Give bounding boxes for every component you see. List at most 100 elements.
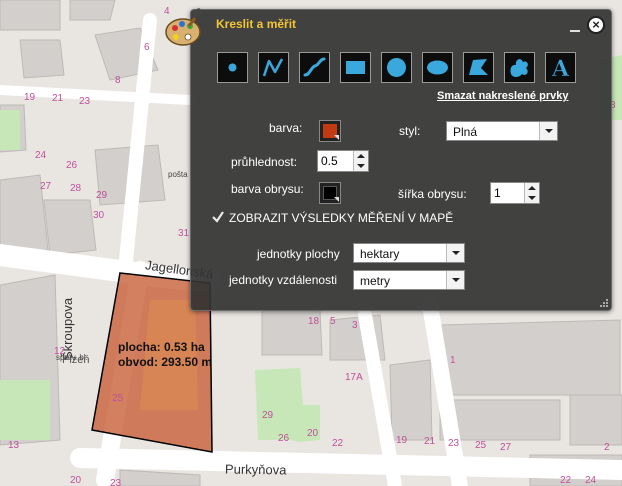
house-number: 31 xyxy=(178,228,190,239)
polygon-tool[interactable] xyxy=(463,52,494,83)
house-number: 19 xyxy=(396,435,408,446)
rectangle-icon xyxy=(346,61,365,74)
house-number: 24 xyxy=(585,475,597,486)
distance-units-select[interactable]: metry xyxy=(353,270,465,290)
house-number: 29 xyxy=(96,190,108,201)
dropdown-corner-icon xyxy=(334,135,339,140)
house-number: 27 xyxy=(40,181,52,192)
house-number: 21 xyxy=(424,436,436,447)
house-number: 21 xyxy=(52,93,64,104)
house-number: 27 xyxy=(500,442,512,453)
house-number: 1 xyxy=(450,355,456,366)
checkmark-icon xyxy=(212,211,224,223)
area-units-select[interactable]: hektary xyxy=(353,243,465,263)
freehand-polygon-icon xyxy=(510,59,528,77)
house-number: 18 xyxy=(308,316,320,327)
house-number: 12 xyxy=(54,346,66,357)
style-label: styl: xyxy=(399,124,421,138)
close-button[interactable]: × xyxy=(587,16,605,34)
chevron-up-icon xyxy=(357,154,365,158)
circle-tool[interactable] xyxy=(381,52,412,83)
house-number: 23 xyxy=(79,96,91,107)
polygon-icon xyxy=(469,59,488,75)
house-number: 29 xyxy=(262,410,274,421)
transparency-spinner[interactable] xyxy=(317,150,369,172)
text-icon: A xyxy=(551,56,571,80)
outline-width-spinner[interactable] xyxy=(490,182,540,204)
house-number: 24 xyxy=(35,150,47,161)
area-units-value: hektary xyxy=(360,247,400,261)
chevron-down-icon xyxy=(528,196,536,200)
polyline-icon xyxy=(262,58,284,77)
freehand-line-tool[interactable] xyxy=(299,52,330,83)
transparency-input[interactable] xyxy=(321,153,347,169)
style-select-value: Plná xyxy=(453,125,478,139)
freehand-line-icon xyxy=(303,57,326,77)
chevron-up-icon xyxy=(528,186,536,190)
point-icon xyxy=(228,63,237,72)
distance-units-label: jednotky vzdálenosti xyxy=(229,273,338,287)
fill-color-picker[interactable] xyxy=(319,120,341,142)
point-tool[interactable] xyxy=(217,52,248,83)
outline-color-picker[interactable] xyxy=(319,182,341,204)
freehand-polygon-tool[interactable] xyxy=(504,52,535,83)
house-number: 17A xyxy=(345,372,363,383)
ellipse-tool[interactable] xyxy=(422,52,453,83)
ellipse-icon xyxy=(427,60,448,75)
house-number: 23 xyxy=(110,478,122,486)
area-units-label: jednotky plochy xyxy=(257,247,340,261)
measurement-perimeter: obvod: 293.50 m xyxy=(118,355,213,369)
house-number: 8 xyxy=(115,75,121,86)
chevron-down-icon xyxy=(446,271,464,289)
dropdown-corner-icon xyxy=(334,197,339,202)
measurement-label: plocha: 0.53 ha obvod: 293.50 m xyxy=(118,340,212,370)
resize-grip-icon[interactable] xyxy=(600,299,608,307)
house-number: 22 xyxy=(332,438,344,449)
house-number: 20 xyxy=(307,428,319,439)
panel-titlebar[interactable]: Kreslit a měřit × xyxy=(165,8,611,46)
house-number: 3 xyxy=(352,320,358,331)
outline-width-down-button[interactable] xyxy=(524,193,539,203)
svg-text:A: A xyxy=(551,56,570,80)
text-tool[interactable]: A xyxy=(545,52,576,83)
minimize-button[interactable] xyxy=(569,22,581,32)
outline-color-label: barva obrysu: xyxy=(231,182,304,196)
house-number: 5 xyxy=(330,316,336,327)
panel-title: Kreslit a měřit xyxy=(216,17,297,31)
palette-icon xyxy=(165,8,203,46)
distance-units-value: metry xyxy=(360,274,390,288)
house-number: 22 xyxy=(560,475,572,486)
house-number: 26 xyxy=(278,433,290,444)
clear-drawings-link[interactable]: Smazat nakreslené prvky xyxy=(437,90,568,102)
rectangle-tool[interactable] xyxy=(340,52,371,83)
polyline-tool[interactable] xyxy=(258,52,289,83)
transparency-label: průhlednost: xyxy=(231,155,298,169)
house-number: 13 xyxy=(8,440,20,451)
map-label-posta: pošta xyxy=(168,170,188,179)
house-number: 6 xyxy=(144,42,150,53)
color-label: barva: xyxy=(269,121,303,135)
circle-icon xyxy=(387,58,406,77)
show-measure-checkbox[interactable] xyxy=(211,210,225,224)
draw-measure-panel: Kreslit a měřit × A Smazat nakreslené pr… xyxy=(165,8,612,311)
house-number: 20 xyxy=(70,475,82,486)
chevron-down-icon xyxy=(446,244,464,262)
house-number: 26 xyxy=(66,160,78,171)
house-number: 19 xyxy=(24,92,36,103)
measurement-area: plocha: 0.53 ha xyxy=(118,340,205,354)
transparency-down-button[interactable] xyxy=(353,161,368,171)
show-measure-label[interactable]: ZOBRAZIT VÝSLEDKY MĚŘENÍ V MAPĚ xyxy=(229,211,453,225)
chevron-down-icon xyxy=(539,122,557,140)
house-number: 30 xyxy=(93,210,105,221)
map-label-plzen: Plzeň xyxy=(62,354,90,366)
house-number: 25 xyxy=(112,393,124,404)
house-number: 23 xyxy=(448,438,460,449)
house-number: 2 xyxy=(604,442,610,453)
street-label-purkynova: Purkyňova xyxy=(224,461,287,478)
style-select[interactable]: Plná xyxy=(446,121,558,141)
outline-width-label: šířka obrysu: xyxy=(398,187,467,201)
house-number: 28 xyxy=(70,183,82,194)
chevron-down-icon xyxy=(357,164,365,168)
outline-width-input[interactable] xyxy=(494,185,520,201)
close-icon: × xyxy=(592,17,600,32)
